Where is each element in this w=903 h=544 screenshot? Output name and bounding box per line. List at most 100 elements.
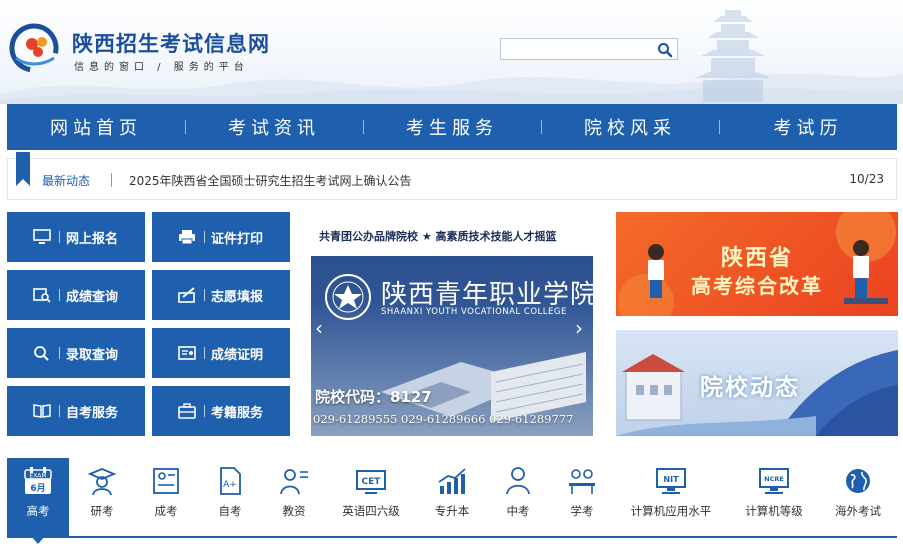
- self-exam-icon: A+: [220, 467, 241, 495]
- divider: [59, 231, 60, 243]
- reform-title-line1: 陕西省: [720, 246, 793, 271]
- online-registration-button[interactable]: 网上报名: [7, 212, 145, 262]
- exam-calendar-icon: EXAM 6月: [24, 467, 52, 494]
- fill-form-icon: [178, 287, 195, 303]
- tab-gaokao[interactable]: EXAM 6月 高考: [7, 458, 69, 544]
- tab-cet[interactable]: CET 英语四六级: [335, 458, 407, 536]
- calendar-badge-top: EXAM: [29, 473, 46, 480]
- tab-label: 计算机应用水平: [630, 504, 712, 518]
- book-icon: [33, 404, 51, 418]
- search-box: [500, 38, 678, 60]
- banner-school-name-en: SHAANXI YOUTH VOCATIONAL COLLEGE: [381, 307, 567, 317]
- monitor-icon: [33, 229, 51, 244]
- search-icon: [34, 346, 49, 361]
- divider: [204, 405, 205, 417]
- site-slogan: 信息的窗口 / 服务的平台: [74, 62, 249, 73]
- banner-school-name: 陕西青年职业学院: [381, 280, 593, 310]
- adult-exam-icon: [153, 468, 179, 494]
- ncre-icon: NCRE: [759, 468, 789, 494]
- globe-icon: [846, 469, 870, 493]
- tab-label: 研考: [90, 504, 114, 518]
- reform-title-line2: 高考综合改革: [691, 274, 823, 298]
- school-news-title: 院校动态: [700, 375, 800, 401]
- button-label: 成绩证明: [211, 347, 264, 363]
- divider: [204, 347, 205, 359]
- admission-query-button[interactable]: 录取查询: [7, 328, 145, 378]
- tab-computer-application[interactable]: NIT 计算机应用水平: [623, 458, 719, 536]
- banner-school-code: 院校代码：8127: [315, 388, 432, 406]
- search-input[interactable]: [501, 40, 651, 60]
- tab-label: 海外考试: [835, 504, 881, 518]
- pagoda-decoration: [695, 10, 771, 102]
- news-date: 10/23: [849, 172, 884, 186]
- nav-item-home[interactable]: 网站首页: [7, 114, 185, 140]
- self-exam-service-button[interactable]: 自考服务: [7, 386, 145, 436]
- tab-self-exam[interactable]: A+ 自考: [199, 458, 261, 536]
- banner-carousel[interactable]: 共青团公办品牌院校 ★ 高素质技术技能人才摇篮 陕西青年职业学院 SHAANXI…: [311, 212, 593, 436]
- score-search-icon: [33, 288, 51, 303]
- news-headline-link[interactable]: 2025年陕西省全国硕士研究生招生考试网上确认公告: [129, 172, 412, 189]
- nit-badge: NIT: [663, 475, 679, 484]
- button-label: 考籍服务: [211, 405, 264, 421]
- tab-label: 中考: [506, 504, 530, 518]
- tab-label: 成考: [154, 504, 178, 518]
- calendar-badge-bottom: 6月: [30, 483, 45, 494]
- cet-icon: CET: [356, 470, 386, 494]
- site-title[interactable]: 陕西招生考试信息网: [72, 28, 270, 58]
- bookmark-icon: [16, 152, 30, 186]
- cet-badge: CET: [362, 477, 382, 487]
- nav-item-school-showcase[interactable]: 院校风采: [541, 114, 719, 140]
- tab-label: 专升本: [434, 504, 470, 518]
- tab-academic-test[interactable]: 学考: [551, 458, 613, 536]
- tab-zhongkao[interactable]: 中考: [487, 458, 549, 536]
- print-certificate-button[interactable]: 证件打印: [152, 212, 290, 262]
- button-label: 网上报名: [66, 231, 119, 247]
- school-news-banner[interactable]: 院校动态: [616, 330, 898, 436]
- classroom-icon: [569, 469, 595, 494]
- button-label: 成绩查询: [66, 289, 119, 305]
- tab-postgraduate[interactable]: 研考: [71, 458, 133, 536]
- score-query-button[interactable]: 成绩查询: [7, 270, 145, 320]
- volunteer-application-button[interactable]: 志愿填报: [152, 270, 290, 320]
- main-nav: 网站首页 考试资讯 考生服务 院校风采 考试历: [7, 104, 897, 150]
- divider: [59, 405, 60, 417]
- carousel-prev-button[interactable]: ‹: [315, 316, 329, 340]
- tab-label: 计算机等级: [745, 504, 803, 518]
- tab-computer-rank[interactable]: NCRE 计算机等级: [737, 458, 811, 536]
- nav-item-exam-calendar[interactable]: 考试历: [719, 114, 897, 140]
- svg-text:A+: A+: [223, 480, 237, 490]
- nit-icon: NIT: [656, 468, 686, 494]
- tab-label: 高考: [26, 504, 50, 518]
- student-icon: [506, 467, 530, 495]
- nav-item-candidate-service[interactable]: 考生服务: [363, 114, 541, 140]
- divider: [204, 289, 205, 301]
- divider: [111, 173, 112, 187]
- ncre-badge: NCRE: [764, 475, 784, 483]
- exam-category-tabs: EXAM 6月 高考 研考 成考 A+ 自考 教资 CET 英语四六级 专升本: [7, 458, 897, 544]
- teacher-icon: [280, 469, 308, 495]
- tab-label: 学考: [570, 504, 594, 518]
- printer-icon: [179, 230, 195, 245]
- carousel-next-button[interactable]: ›: [575, 316, 589, 340]
- score-certificate-button[interactable]: 成绩证明: [152, 328, 290, 378]
- news-ticker: 最新动态 2025年陕西省全国硕士研究生招生考试网上确认公告 10/23: [7, 152, 897, 200]
- button-label: 录取查询: [66, 347, 119, 363]
- nav-item-exam-news[interactable]: 考试资讯: [185, 114, 363, 140]
- news-label: 最新动态: [42, 174, 91, 188]
- student-record-service-button[interactable]: 考籍服务: [152, 386, 290, 436]
- tab-upgrade-bachelor[interactable]: 专升本: [419, 458, 485, 536]
- search-icon[interactable]: [657, 42, 673, 58]
- gaokao-reform-banner[interactable]: 陕西省 高考综合改革: [616, 212, 898, 316]
- tab-teacher-cert[interactable]: 教资: [263, 458, 325, 536]
- button-label: 证件打印: [211, 231, 264, 247]
- tab-label: 教资: [282, 504, 306, 518]
- upgrade-chart-icon: [438, 468, 466, 494]
- site-logo: [9, 23, 59, 72]
- tab-label: 英语四六级: [342, 504, 400, 518]
- button-label: 志愿填报: [211, 289, 264, 305]
- briefcase-icon: [178, 403, 196, 419]
- tab-adult-exam[interactable]: 成考: [135, 458, 197, 536]
- certificate-icon: [178, 346, 196, 360]
- banner-phone-numbers: 029-61289555 029-61289666 029-61289777: [313, 412, 574, 426]
- tab-overseas-exam[interactable]: 海外考试: [825, 458, 891, 536]
